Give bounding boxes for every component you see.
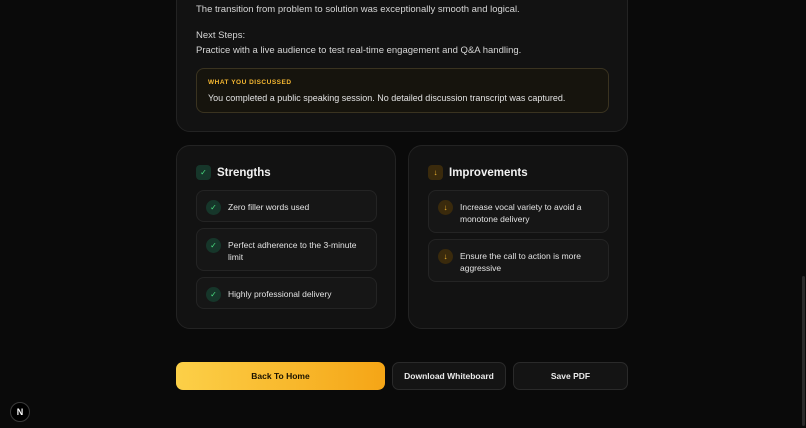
strength-item: ✓ Perfect adherence to the 3-minute limi… xyxy=(196,228,377,271)
check-icon: ✓ xyxy=(206,238,221,253)
discussed-label: WHAT YOU DISCUSSED xyxy=(208,79,292,86)
next-steps-heading: Next Steps: xyxy=(196,30,246,41)
strength-item: ✓ Zero filler words used xyxy=(196,190,377,222)
strength-text: Zero filler words used xyxy=(228,202,310,212)
download-whiteboard-button[interactable]: Download Whiteboard xyxy=(392,362,506,390)
strength-item: ✓ Highly professional delivery xyxy=(196,277,377,309)
what-you-discussed-box: WHAT YOU DISCUSSED You completed a publi… xyxy=(196,68,609,113)
strengths-header: ✓ Strengths xyxy=(196,165,271,180)
arrow-down-icon: ↓ xyxy=(438,249,453,264)
improvement-item: ↓ Increase vocal variety to avoid a mono… xyxy=(428,190,609,233)
improvement-text: Increase vocal variety to avoid a monoto… xyxy=(460,202,582,224)
check-icon: ✓ xyxy=(206,287,221,302)
improvements-panel: ↓ Improvements ↓ Increase vocal variety … xyxy=(408,145,628,329)
improvement-item: ↓ Ensure the call to action is more aggr… xyxy=(428,239,609,282)
strength-text: Perfect adherence to the 3-minute limit xyxy=(228,240,357,262)
framework-badge-icon[interactable]: N xyxy=(10,402,30,422)
session-summary-card: The transition from problem to solution … xyxy=(176,0,628,132)
check-icon: ✓ xyxy=(206,200,221,215)
arrow-down-icon: ↓ xyxy=(428,165,443,180)
strength-text: Highly professional delivery xyxy=(228,289,332,299)
strengths-panel: ✓ Strengths ✓ Zero filler words used ✓ P… xyxy=(176,145,396,329)
improvement-text: Ensure the call to action is more aggres… xyxy=(460,251,581,273)
scrollbar[interactable] xyxy=(802,276,805,426)
back-to-home-button[interactable]: Back To Home xyxy=(176,362,385,390)
improvements-header: ↓ Improvements xyxy=(428,165,528,180)
next-steps-text: Practice with a live audience to test re… xyxy=(196,45,522,56)
improvements-title: Improvements xyxy=(449,166,528,179)
strengths-title: Strengths xyxy=(217,166,271,179)
save-pdf-button[interactable]: Save PDF xyxy=(513,362,628,390)
feedback-line: The transition from problem to solution … xyxy=(196,4,520,15)
arrow-down-icon: ↓ xyxy=(438,200,453,215)
check-icon: ✓ xyxy=(196,165,211,180)
discussed-text: You completed a public speaking session.… xyxy=(208,93,566,103)
